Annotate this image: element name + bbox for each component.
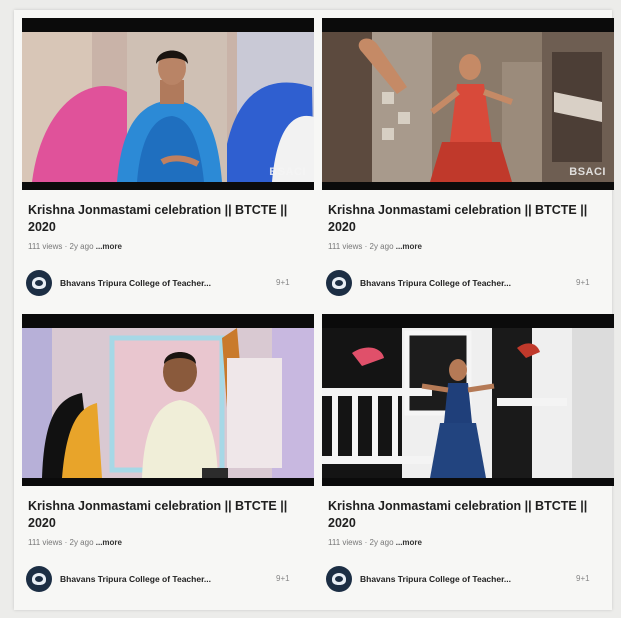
thumbnail-image-woman-in-saree [22, 32, 314, 182]
more-link[interactable]: ...more [96, 242, 122, 251]
video-meta: 111 views · 2y ago ...more [328, 242, 422, 251]
channel-avatar[interactable] [26, 270, 52, 296]
channel-name[interactable]: Bhavans Tripura College of Teacher... [360, 278, 511, 288]
video-meta: 111 views · 2y ago ...more [328, 538, 422, 547]
letterbox-top [322, 18, 614, 32]
video-thumbnail[interactable]: BSACI [322, 18, 614, 190]
video-title[interactable]: Krishna Jonmastami celebration || BTCTE … [328, 498, 608, 532]
channel-avatar[interactable] [326, 270, 352, 296]
video-thumbnail[interactable] [322, 314, 614, 486]
video-card[interactable]: Krishna Jonmastami celebration || BTCTE … [22, 314, 314, 602]
channel-avatar[interactable] [326, 566, 352, 592]
video-stats: 111 views · 2y ago [28, 242, 94, 251]
letterbox-top [22, 18, 314, 32]
channel-row[interactable]: Bhavans Tripura College of Teacher... 9+… [26, 270, 310, 296]
video-thumbnail[interactable]: BSACI [22, 18, 314, 190]
video-title[interactable]: Krishna Jonmastami celebration || BTCTE … [28, 202, 308, 236]
channel-row[interactable]: Bhavans Tripura College of Teacher... 9+… [326, 270, 610, 296]
channel-avatar[interactable] [26, 566, 52, 592]
channel-extra: 9+1 [276, 574, 290, 583]
channel-row[interactable]: Bhavans Tripura College of Teacher... 9+… [26, 566, 310, 592]
more-link[interactable]: ...more [396, 242, 422, 251]
channel-name[interactable]: Bhavans Tripura College of Teacher... [360, 574, 511, 584]
letterbox-top [322, 314, 614, 328]
video-card[interactable]: Krishna Jonmastami celebration || BTCTE … [322, 314, 614, 602]
more-link[interactable]: ...more [96, 538, 122, 547]
video-card[interactable]: BSACI Krishna Jonmastami celebration || … [22, 18, 314, 306]
video-stats: 111 views · 2y ago [328, 242, 394, 251]
video-stats: 111 views · 2y ago [328, 538, 394, 547]
video-feed: BSACI Krishna Jonmastami celebration || … [14, 10, 614, 610]
letterbox-bottom [322, 478, 614, 486]
channel-name[interactable]: Bhavans Tripura College of Teacher... [60, 278, 211, 288]
channel-extra: 9+1 [576, 278, 590, 287]
video-card[interactable]: BSACI Krishna Jonmastami celebration || … [322, 18, 614, 306]
thumbnail-watermark: BSACI [269, 166, 306, 178]
video-stats: 111 views · 2y ago [28, 538, 94, 547]
thumbnail-image-dancer-balcony [322, 328, 614, 478]
thumbnail-image-dancer [322, 32, 614, 182]
channel-extra: 9+1 [576, 574, 590, 583]
letterbox-bottom [22, 182, 314, 190]
thumbnail-image-man-seated [22, 328, 314, 478]
channel-name[interactable]: Bhavans Tripura College of Teacher... [60, 574, 211, 584]
letterbox-bottom [22, 478, 314, 486]
more-link[interactable]: ...more [396, 538, 422, 547]
letterbox-top [22, 314, 314, 328]
video-title[interactable]: Krishna Jonmastami celebration || BTCTE … [328, 202, 608, 236]
video-meta: 111 views · 2y ago ...more [28, 242, 122, 251]
video-meta: 111 views · 2y ago ...more [28, 538, 122, 547]
channel-row[interactable]: Bhavans Tripura College of Teacher... 9+… [326, 566, 610, 592]
letterbox-bottom [322, 182, 614, 190]
video-title[interactable]: Krishna Jonmastami celebration || BTCTE … [28, 498, 308, 532]
channel-extra: 9+1 [276, 278, 290, 287]
video-thumbnail[interactable] [22, 314, 314, 486]
thumbnail-watermark: BSACI [569, 166, 606, 178]
